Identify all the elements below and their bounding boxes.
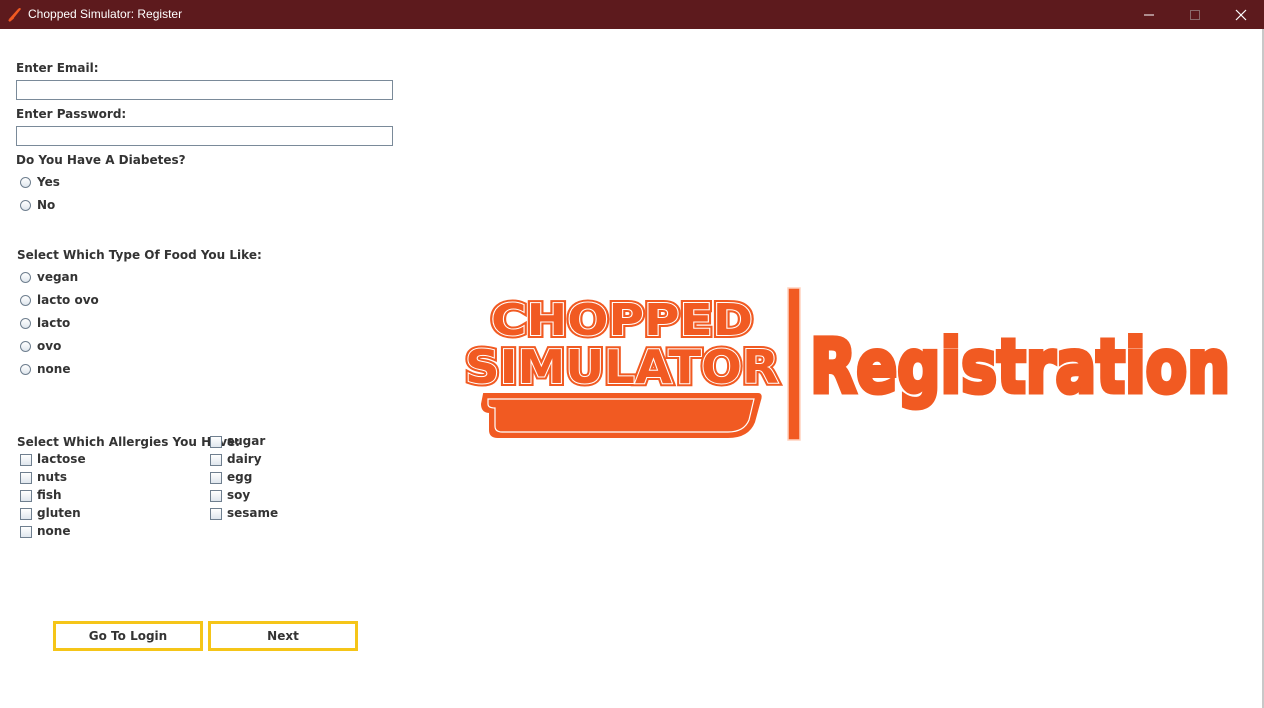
- radio-label: Yes: [37, 175, 60, 189]
- radio-label: ovo: [37, 339, 62, 353]
- checkbox[interactable]: [210, 508, 222, 520]
- minimize-button[interactable]: [1126, 0, 1172, 29]
- radio-label: none: [37, 362, 71, 376]
- close-icon: [1235, 9, 1247, 21]
- knife-blade-shape: [480, 393, 762, 438]
- checkbox-label: gluten: [37, 506, 81, 520]
- radio-button[interactable]: [20, 200, 31, 211]
- close-button[interactable]: [1218, 0, 1264, 29]
- radio-label: No: [37, 198, 56, 212]
- email-label: Enter Email:: [16, 61, 99, 75]
- checkbox-label: sugar: [227, 434, 266, 448]
- email-field[interactable]: [16, 80, 393, 100]
- checkbox[interactable]: [210, 454, 222, 466]
- radio-button[interactable]: [20, 341, 31, 352]
- checkbox-label: soy: [227, 488, 251, 502]
- radio-label: vegan: [37, 270, 79, 284]
- checkbox-label: sesame: [227, 506, 279, 520]
- maximize-button[interactable]: [1172, 0, 1218, 29]
- radio-label: lacto ovo: [37, 293, 99, 307]
- logo-title: Registration: [810, 324, 1230, 410]
- password-field[interactable]: [16, 126, 393, 146]
- checkbox-label: none: [37, 524, 71, 538]
- food-type-question: Select Which Type Of Food You Like:: [17, 248, 262, 262]
- checkbox[interactable]: [20, 526, 32, 538]
- radio-button[interactable]: [20, 177, 31, 188]
- password-label: Enter Password:: [16, 107, 127, 121]
- maximize-icon: [1190, 10, 1200, 20]
- radio-button[interactable]: [20, 318, 31, 329]
- window-title: Chopped Simulator: Register: [28, 7, 183, 21]
- allergies-question: Select Which Allergies You Have:: [17, 435, 240, 449]
- logo-divider: [787, 287, 801, 441]
- checkbox-label: egg: [227, 470, 253, 484]
- checkbox[interactable]: [20, 472, 32, 484]
- checkbox[interactable]: [20, 490, 32, 502]
- checkbox-label: nuts: [37, 470, 67, 484]
- title-bar: Chopped Simulator: Register: [0, 0, 1264, 29]
- chopped-simulator-registration-logo: CHOPPED CHOPPED SIMULATOR SIMULATOR Regi…: [458, 282, 1238, 448]
- next-button[interactable]: Next: [208, 621, 358, 651]
- radio-label: lacto: [37, 316, 71, 330]
- radio-button[interactable]: [20, 364, 31, 375]
- checkbox[interactable]: [210, 472, 222, 484]
- checkbox[interactable]: [20, 454, 32, 466]
- radio-button[interactable]: [20, 272, 31, 283]
- checkbox[interactable]: [210, 436, 222, 448]
- logo-line2: SIMULATOR: [465, 340, 779, 394]
- diabetes-question: Do You Have A Diabetes?: [16, 153, 186, 167]
- checkbox[interactable]: [20, 508, 32, 520]
- checkbox-label: fish: [37, 488, 62, 502]
- knife-icon: [7, 6, 23, 26]
- go-to-login-button[interactable]: Go To Login: [53, 621, 203, 651]
- checkbox-label: lactose: [37, 452, 86, 466]
- checkbox-label: dairy: [227, 452, 262, 466]
- radio-button[interactable]: [20, 295, 31, 306]
- checkbox[interactable]: [210, 490, 222, 502]
- logo-line1: CHOPPED: [491, 295, 753, 346]
- minimize-icon: [1144, 14, 1154, 16]
